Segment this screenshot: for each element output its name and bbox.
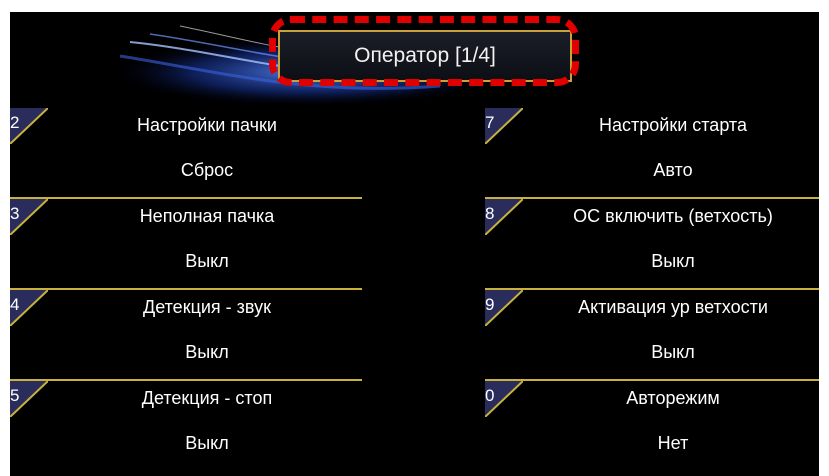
item-value: Выкл	[651, 342, 695, 362]
page-title-text: Оператор [1/4]	[354, 44, 496, 67]
menu-item-7[interactable]: 7 Настройки старта Авто	[485, 108, 819, 199]
item-number: 7	[485, 113, 495, 132]
item-value: Выкл	[185, 251, 229, 271]
number-tab: 4	[10, 290, 48, 326]
page-title: Оператор [1/4]	[278, 30, 572, 82]
item-title: Настройки пачки	[137, 115, 277, 135]
menu-item-4[interactable]: 4 Детекция - звук Выкл	[10, 290, 362, 381]
item-number: 3	[10, 204, 20, 223]
item-title: ОС включить (ветхость)	[573, 206, 773, 226]
screen-frame: Оператор [1/4] 2 Настройки пачки Сброс 3…	[0, 0, 829, 476]
number-tab: 3	[10, 199, 48, 235]
item-value: Нет	[657, 433, 689, 453]
item-number: 2	[10, 113, 20, 132]
number-tab: 8	[485, 199, 523, 235]
menu-item-9[interactable]: 9 Активация ур ветхости Выкл	[485, 290, 819, 381]
item-number: 4	[10, 295, 20, 314]
operator-menu-screen: Оператор [1/4] 2 Настройки пачки Сброс 3…	[10, 12, 819, 476]
menu-item-3[interactable]: 3 Неполная пачка Выкл	[10, 199, 362, 290]
item-title: Активация ур ветхости	[578, 297, 768, 317]
item-number: 0	[485, 386, 495, 405]
item-title: Детекция - стоп	[141, 388, 273, 408]
number-tab: 0	[485, 381, 523, 417]
item-value: Сброс	[180, 160, 234, 180]
menu-item-5[interactable]: 5 Детекция - стоп Выкл	[10, 381, 362, 472]
item-value: Выкл	[651, 251, 695, 271]
number-tab: 7	[485, 108, 523, 144]
menu-item-2[interactable]: 2 Настройки пачки Сброс	[10, 108, 362, 199]
item-title: Детекция - звук	[143, 297, 271, 317]
item-title: Неполная пачка	[139, 206, 275, 226]
item-value: Выкл	[185, 342, 229, 362]
item-number: 8	[485, 204, 495, 223]
item-title: Авторежим	[626, 388, 720, 408]
item-value: Авто	[653, 160, 693, 180]
menu-item-8[interactable]: 8 ОС включить (ветхость) Выкл	[485, 199, 819, 290]
item-number: 9	[485, 295, 495, 314]
number-tab: 5	[10, 381, 48, 417]
number-tab: 9	[485, 290, 523, 326]
menu-item-0[interactable]: 0 Авторежим Нет	[485, 381, 819, 472]
number-tab: 2	[10, 108, 48, 144]
item-value: Выкл	[185, 433, 229, 453]
item-number: 5	[10, 386, 20, 405]
item-title: Настройки старта	[599, 115, 747, 135]
